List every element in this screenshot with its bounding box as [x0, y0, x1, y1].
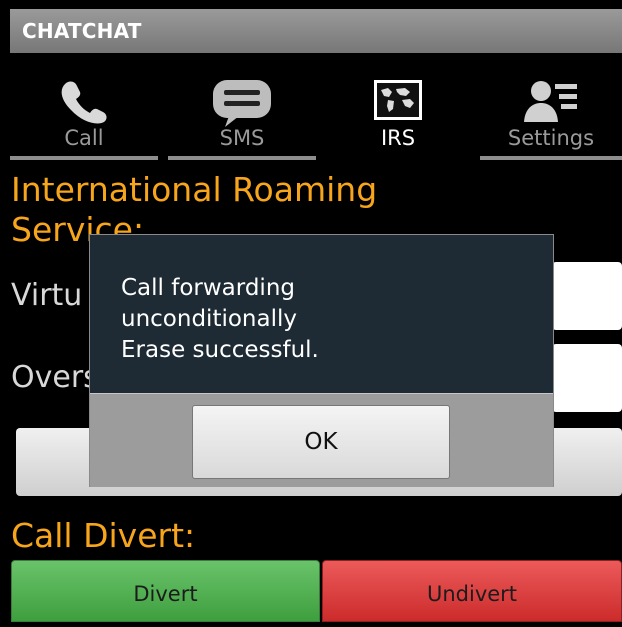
dialog-message: Call forwarding unconditionally Erase su… [121, 273, 319, 366]
tab-settings-underline [480, 156, 622, 160]
settings-icon [524, 81, 577, 122]
call-divert-heading: Call Divert: [11, 516, 196, 555]
alert-dialog: Call forwarding unconditionally Erase su… [89, 234, 554, 487]
dialog-body: Call forwarding unconditionally Erase su… [90, 235, 553, 393]
map-icon [374, 80, 422, 120]
ok-button[interactable]: OK [192, 405, 450, 479]
virtual-number-label: Virtu [11, 278, 83, 313]
tab-sms[interactable]: SMS [168, 60, 316, 160]
tab-call[interactable]: Call [10, 60, 158, 160]
tab-sms-label: SMS [219, 126, 265, 150]
tab-settings[interactable]: Settings [480, 60, 622, 160]
virtual-number-field[interactable] [552, 262, 622, 330]
tab-settings-label: Settings [507, 126, 595, 150]
title-bar: CHATCHAT [10, 9, 622, 53]
tab-irs-label: IRS [380, 126, 416, 150]
app-title: CHATCHAT [22, 19, 142, 43]
undivert-button[interactable]: Undivert [322, 560, 622, 622]
divert-button[interactable]: Divert [11, 560, 320, 622]
sms-icon [213, 80, 271, 127]
dialog-message-line: unconditionally [121, 306, 297, 332]
phone-icon [61, 81, 107, 124]
tab-call-label: Call [64, 126, 104, 150]
overseas-number-field[interactable] [552, 344, 622, 412]
overseas-number-label: Overs [11, 360, 99, 395]
tab-irs[interactable]: IRS [324, 60, 472, 160]
tab-sms-underline [168, 156, 316, 160]
tab-call-underline [10, 156, 158, 160]
dialog-message-line: Call forwarding [121, 275, 295, 301]
dialog-message-line: Erase successful. [121, 337, 319, 363]
dialog-footer: OK [90, 393, 553, 487]
